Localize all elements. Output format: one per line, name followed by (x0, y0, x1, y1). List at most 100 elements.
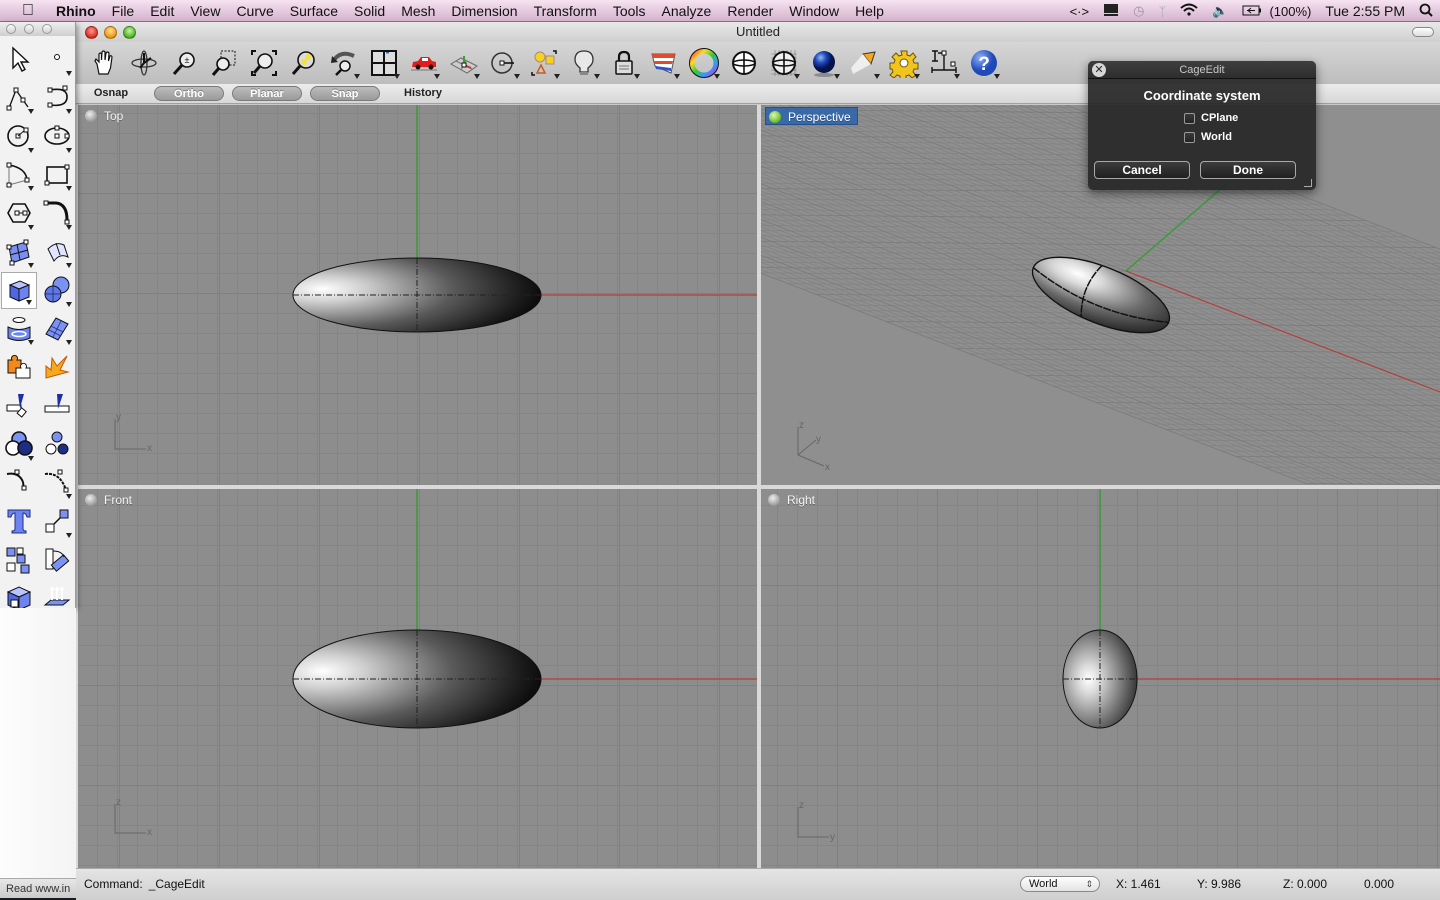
zoom-dynamic-button[interactable]: ± (166, 46, 201, 81)
array-tool[interactable] (0, 541, 38, 580)
flyout-arrow-icon[interactable] (66, 301, 72, 307)
surface-from-points-tool[interactable] (0, 233, 38, 272)
viewport-front[interactable]: z x Front (78, 489, 757, 869)
dimensions-button[interactable] (926, 46, 961, 81)
zoom-extents-button[interactable] (246, 46, 281, 81)
boolean-union-tool[interactable] (0, 425, 38, 464)
checkbox-box[interactable] (1184, 131, 1195, 143)
fillet-curve-tool[interactable] (38, 194, 76, 233)
cplane-button[interactable] (446, 46, 481, 81)
cylinder-tool[interactable] (0, 310, 38, 349)
fillet-edge-tool[interactable] (0, 464, 38, 503)
spotlight-button[interactable] (846, 46, 881, 81)
menu-mesh[interactable]: Mesh (393, 3, 443, 19)
move-tool[interactable] (38, 502, 76, 541)
undo-view-button[interactable] (326, 46, 361, 81)
menu-analyze[interactable]: Analyze (654, 3, 720, 19)
point-tool[interactable] (38, 40, 76, 79)
text-tool[interactable] (0, 502, 38, 541)
wifi-icon[interactable] (1173, 3, 1205, 19)
flyout-arrow-icon[interactable] (28, 455, 34, 461)
ortho-toggle[interactable]: Ortho (154, 86, 224, 101)
layers-button[interactable] (646, 46, 681, 81)
viewport-top[interactable]: y x Top (78, 105, 757, 485)
wireframe-button[interactable] (726, 46, 761, 81)
rectangle-tool[interactable] (38, 156, 76, 195)
box-solid-tool[interactable] (1, 272, 37, 309)
dialog-title-bar[interactable]: CageEdit (1088, 61, 1316, 79)
mesh-surface-tool[interactable] (38, 310, 76, 349)
cancel-button[interactable]: Cancel (1094, 161, 1190, 179)
zoom-window-button[interactable] (206, 46, 241, 81)
flyout-arrow-icon[interactable] (66, 70, 72, 76)
arc-tool[interactable] (0, 156, 38, 195)
trim-tool[interactable] (0, 387, 38, 426)
lock-button[interactable] (606, 46, 641, 81)
palette-close-button[interactable] (6, 24, 16, 34)
viewport-right[interactable]: z y Right (761, 489, 1440, 869)
menu-edit[interactable]: Edit (142, 3, 182, 19)
extrude-surface-tool[interactable] (38, 233, 76, 272)
menu-solid[interactable]: Solid (346, 3, 393, 19)
viewport-title-perspective[interactable]: Perspective (765, 107, 858, 125)
group-tool[interactable] (38, 425, 76, 464)
options-button[interactable] (886, 46, 921, 81)
flyout-arrow-icon[interactable] (28, 263, 34, 268)
palette-minimize-button[interactable] (24, 24, 34, 34)
osnap-button[interactable] (486, 46, 521, 81)
split-tool[interactable] (38, 387, 76, 426)
menu-curve[interactable]: Curve (228, 3, 281, 19)
palette-zoom-button[interactable] (42, 24, 52, 34)
menu-surface[interactable]: Surface (282, 3, 346, 19)
world-checkbox[interactable]: World (1184, 131, 1232, 143)
command-line[interactable]: Command: _CageEdit (84, 877, 205, 891)
palette-title-bar[interactable] (0, 22, 75, 36)
blend-curve-tool[interactable] (38, 464, 76, 503)
ghosted-button[interactable] (766, 46, 801, 81)
flyout-arrow-icon[interactable] (66, 109, 72, 114)
toolbar-toggle-button[interactable] (1412, 27, 1434, 37)
snap-toggle[interactable]: Snap (310, 86, 380, 101)
flyout-arrow-icon[interactable] (28, 340, 34, 345)
polyline-tool[interactable] (0, 79, 38, 118)
flyout-arrow-icon[interactable] (28, 224, 34, 230)
properties-button[interactable] (686, 46, 721, 81)
flyout-arrow-icon[interactable] (28, 109, 34, 114)
flyout-arrow-icon[interactable] (66, 147, 72, 153)
flyout-arrow-icon[interactable] (66, 494, 72, 499)
title-bar[interactable]: Untitled (76, 22, 1440, 42)
script-arrows-icon[interactable]: <·> (1063, 4, 1097, 19)
history-toggle[interactable]: History (388, 86, 458, 101)
resize-grip-icon[interactable] (1304, 179, 1312, 187)
polygon-tool[interactable] (0, 194, 38, 233)
minimize-window-button[interactable] (104, 26, 117, 39)
dialog-close-icon[interactable]: ✕ (1092, 63, 1106, 77)
osnap-toggle[interactable]: Osnap (76, 86, 146, 101)
boolean-puzzle-tool[interactable] (0, 348, 38, 387)
menu-dimension[interactable]: Dimension (443, 3, 525, 19)
done-button[interactable]: Done (1200, 161, 1296, 179)
bluetooth-icon[interactable]: ᛉ (1151, 4, 1173, 19)
four-viewports-button[interactable] (366, 46, 401, 81)
menu-file[interactable]: File (104, 3, 143, 19)
coordinate-system-select[interactable]: World ⇕ (1020, 876, 1100, 892)
time-machine-icon[interactable]: ◷ (1126, 3, 1151, 19)
flyout-arrow-icon[interactable] (66, 340, 72, 345)
flyout-arrow-icon[interactable] (26, 299, 32, 305)
flyout-arrow-icon[interactable] (28, 186, 34, 191)
command-value[interactable]: _CageEdit (149, 877, 205, 891)
close-window-button[interactable] (85, 26, 98, 39)
rotate-view-button[interactable] (126, 46, 161, 81)
flyout-arrow-icon[interactable] (28, 147, 34, 153)
menu-tools[interactable]: Tools (605, 3, 654, 19)
help-button[interactable]: ? (966, 46, 1001, 81)
apple-menu-icon[interactable]:  (0, 2, 56, 20)
menu-help[interactable]: Help (847, 3, 892, 19)
clock[interactable]: Tue 2:55 PM (1318, 3, 1412, 19)
curve-tool[interactable] (38, 79, 76, 118)
menu-app-name[interactable]: Rhino (56, 3, 104, 19)
pan-button[interactable] (86, 46, 121, 81)
spotlight-search-icon[interactable] (1412, 3, 1440, 20)
select-objects-button[interactable] (526, 46, 561, 81)
named-views-button[interactable] (406, 46, 441, 81)
